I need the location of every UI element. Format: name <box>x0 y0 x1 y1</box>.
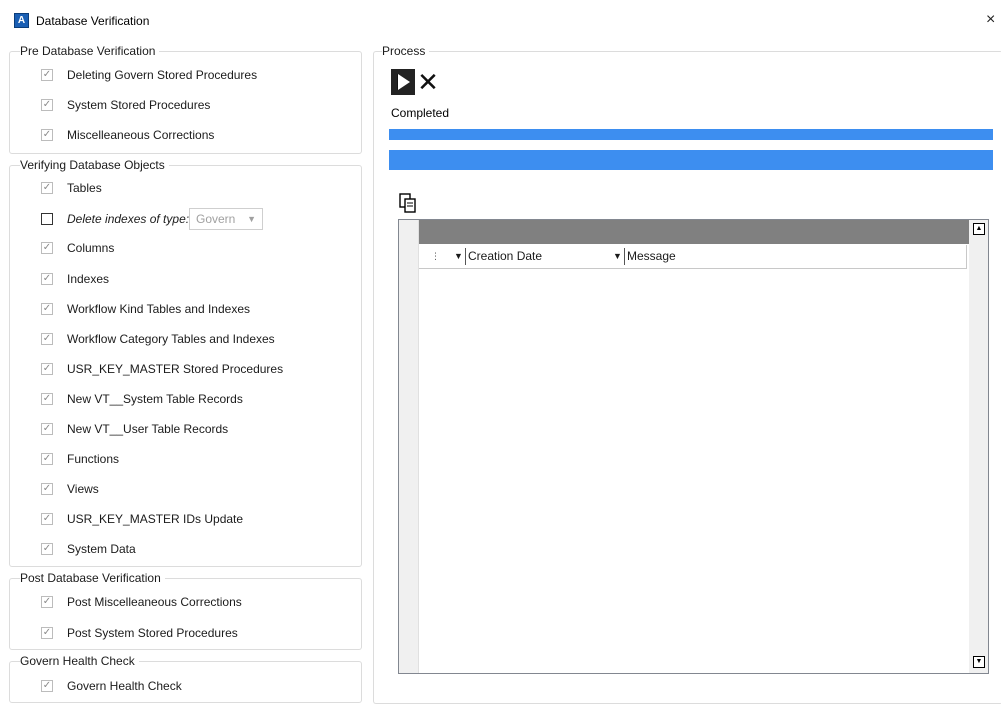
checkbox-label: Tables <box>67 181 102 195</box>
post-item-row[interactable]: ✓ Post Miscelleaneous Corrections <box>41 593 242 611</box>
status-text: Completed <box>391 106 450 120</box>
delete-indexes-row[interactable]: Delete indexes of type: <box>41 210 189 228</box>
checkbox-label: Columns <box>67 241 115 255</box>
column-header-creation-date[interactable]: Creation Date <box>468 245 542 268</box>
pre-verification-title: Pre Database Verification <box>20 44 160 58</box>
verify-item-row[interactable]: ✓ Workflow Kind Tables and Indexes <box>41 300 250 318</box>
checkbox[interactable]: ✓ <box>41 483 53 495</box>
checkbox[interactable]: ✓ <box>41 393 53 405</box>
checkbox[interactable]: ✓ <box>41 680 53 692</box>
checkbox-label: USR_KEY_MASTER IDs Update <box>67 512 244 526</box>
verify-item-row[interactable]: ✓ New VT__System Table Records <box>41 390 243 408</box>
post-item-row[interactable]: ✓ Post System Stored Procedures <box>41 624 238 642</box>
checkbox-label: System Stored Procedures <box>67 98 211 112</box>
checkbox[interactable]: ✓ <box>41 423 53 435</box>
title-bar <box>0 0 1001 40</box>
play-icon <box>397 74 409 90</box>
pre-item-row[interactable]: ✓ System Stored Procedures <box>41 96 210 114</box>
verify-item-row[interactable]: ✓ New VT__User Table Records <box>41 420 228 438</box>
chevron-down-icon[interactable]: ▼ <box>454 245 463 268</box>
health-item-row[interactable]: ✓ Govern Health Check <box>41 677 182 695</box>
checkbox-label: Post System Stored Procedures <box>67 626 238 640</box>
checkbox[interactable]: ✓ <box>41 513 53 525</box>
verify-item-row[interactable]: ✓ Functions <box>41 450 119 468</box>
verify-item-row[interactable]: ✓ USR_KEY_MASTER Stored Procedures <box>41 360 283 378</box>
checkbox[interactable]: ✓ <box>41 453 53 465</box>
stop-x-icon: ✕ <box>417 67 439 97</box>
step-progress-bar <box>389 150 993 170</box>
checkbox-label: Govern Health Check <box>67 679 182 693</box>
app-icon: A <box>14 13 29 28</box>
verify-item-row[interactable]: ✓ Views <box>41 480 99 498</box>
checkbox[interactable]: ✓ <box>41 273 53 285</box>
verify-item-row[interactable]: ✓ Indexes <box>41 270 109 288</box>
verify-item-row[interactable]: ✓ Columns <box>41 239 114 257</box>
run-button[interactable] <box>391 69 415 95</box>
checkbox[interactable]: ✓ <box>41 182 53 194</box>
overall-progress-fill <box>389 129 993 140</box>
scroll-down-button[interactable]: ▼ <box>973 656 985 668</box>
checkbox[interactable]: ✓ <box>41 543 53 555</box>
verify-objects-title: Verifying Database Objects <box>20 158 169 172</box>
index-type-dropdown[interactable]: Govern ▼ <box>189 208 263 230</box>
checkbox[interactable]: ✓ <box>41 129 53 141</box>
index-type-value: Govern <box>196 212 236 226</box>
checkbox-label: Indexes <box>67 272 110 286</box>
checkbox[interactable]: ✓ <box>41 363 53 375</box>
grid-group-panel <box>419 220 969 244</box>
verify-item-row[interactable]: ✓ Workflow Category Tables and Indexes <box>41 330 275 348</box>
message-grid[interactable] <box>398 219 989 674</box>
post-verification-title: Post Database Verification <box>20 571 165 585</box>
scroll-up-button[interactable]: ▲ <box>973 223 985 235</box>
grid-header-row: ⋮ ▼ Creation Date ▼ Message <box>419 245 967 269</box>
checkbox-label: Delete indexes of type: <box>67 212 190 226</box>
checkbox[interactable]: ✓ <box>41 242 53 254</box>
checkbox-label: Deleting Govern Stored Procedures <box>67 68 258 82</box>
checkbox-label: New VT__User Table Records <box>67 422 229 436</box>
verify-item-row[interactable]: ✓ System Data <box>41 540 136 558</box>
checkbox[interactable]: ✓ <box>41 333 53 345</box>
checkbox[interactable]: ✓ <box>41 303 53 315</box>
copy-button[interactable] <box>399 193 417 213</box>
verify-item-row[interactable]: ✓ Tables <box>41 179 102 197</box>
checkbox-label: Post Miscelleaneous Corrections <box>67 595 242 609</box>
window-title: Database Verification <box>36 14 150 28</box>
process-title: Process <box>382 44 430 58</box>
checkbox[interactable]: ✓ <box>41 627 53 639</box>
checkbox-label: Miscelleaneous Corrections <box>67 128 215 142</box>
checkbox-label: Functions <box>67 452 120 466</box>
grid-row-selector-strip <box>399 220 419 673</box>
column-header-message[interactable]: Message <box>627 245 676 268</box>
step-progress-fill <box>389 150 993 170</box>
column-separator[interactable] <box>624 248 625 265</box>
chevron-down-icon[interactable]: ▼ <box>613 245 622 268</box>
checkbox-label: System Data <box>67 542 136 556</box>
stop-button[interactable]: ✕ <box>416 69 440 95</box>
overall-progress-bar <box>389 129 993 140</box>
checkbox[interactable]: ✓ <box>41 69 53 81</box>
chevron-down-icon: ▼ <box>247 214 256 224</box>
verify-item-row[interactable]: ✓ USR_KEY_MASTER IDs Update <box>41 510 243 528</box>
checkbox-label: New VT__System Table Records <box>67 392 243 406</box>
close-button[interactable]: × <box>986 10 1001 30</box>
checkbox-label: Views <box>67 482 99 496</box>
vertical-scrollbar[interactable] <box>969 220 988 673</box>
copy-icon <box>399 193 416 213</box>
pre-item-row[interactable]: ✓ Deleting Govern Stored Procedures <box>41 66 257 84</box>
checkbox-label: Workflow Kind Tables and Indexes <box>67 302 250 316</box>
checkbox[interactable]: ✓ <box>41 99 53 111</box>
checkbox[interactable]: ✓ <box>41 596 53 608</box>
checkbox-label: USR_KEY_MASTER Stored Procedures <box>67 362 284 376</box>
health-check-title: Govern Health Check <box>20 654 139 668</box>
pre-item-row[interactable]: ✓ Miscelleaneous Corrections <box>41 126 214 144</box>
column-separator[interactable] <box>465 248 466 265</box>
checkbox[interactable] <box>41 213 53 225</box>
row-indicator-icon: ⋮ <box>431 251 440 261</box>
checkbox-label: Workflow Category Tables and Indexes <box>67 332 275 346</box>
